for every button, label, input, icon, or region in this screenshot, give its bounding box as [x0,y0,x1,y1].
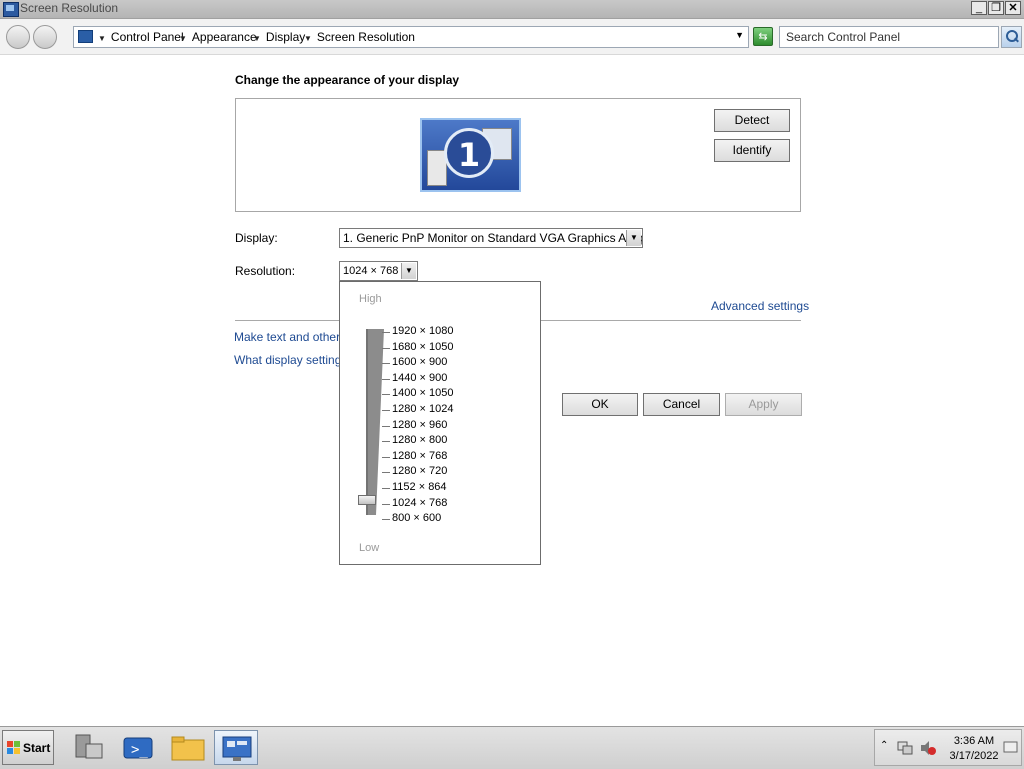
chevron-down-icon[interactable]: ▼ [626,230,641,246]
advanced-settings-link[interactable]: Advanced settings [711,299,809,313]
resolution-option[interactable]: 1400 × 1050 [392,387,453,399]
slider-tick [382,472,390,473]
svg-text:>_: >_ [131,742,148,758]
windows-logo-icon [7,741,21,755]
resolution-select-value: 1024 × 768 [343,265,399,277]
resolution-option[interactable]: 1680 × 1050 [392,341,453,353]
display-preview-panel: 1 Detect Identify [235,98,801,212]
address-bar[interactable]: ▼ Control Panel ▼ Appearance ▼ Display ▼ Scr… [73,26,749,48]
slider-tick [382,348,390,349]
refresh-button[interactable]: ⇆ [753,27,773,46]
resolution-option[interactable]: 800 × 600 [392,512,441,524]
slider-tick [382,410,390,411]
powershell-icon: >_ [123,737,153,759]
resolution-option[interactable]: 1920 × 1080 [392,325,453,337]
close-button[interactable]: ✕ [1005,1,1021,15]
slider-tick [382,519,390,520]
resolution-dropdown: High 1920 × 1080 1680 × 1050 1600 × 900 144… [339,281,541,565]
breadcrumb-screen-resolution[interactable]: ▼ Screen Resolution [304,30,415,44]
resolution-label: Resolution: [235,264,296,278]
title-bar: Screen Resolution _ ❐ ✕ [0,0,1024,19]
identify-button[interactable]: Identify [714,139,790,162]
breadcrumb-appearance[interactable]: ▼ Appearance [179,30,257,44]
minimize-button[interactable]: _ [971,1,987,15]
navigation-bar: ▼ Control Panel ▼ Appearance ▼ Display ▼ Scr… [0,19,1024,55]
back-button[interactable] [6,25,30,49]
address-history-dropdown-icon[interactable]: ▼ [735,30,744,40]
resolution-option[interactable]: 1024 × 768 [392,497,447,509]
screen-resolution-app-icon [3,2,19,17]
resolution-option[interactable]: 1152 × 864 [392,481,447,493]
breadcrumb-arrow-icon: ▼ [98,34,106,43]
resolution-option[interactable]: 1280 × 768 [392,450,447,462]
control-panel-taskbar-button[interactable] [214,730,258,765]
breadcrumb-display[interactable]: ▼ Display [253,30,305,44]
slider-tick [382,332,390,333]
server-manager-icon [75,734,103,759]
cancel-button[interactable]: Cancel [643,393,720,416]
search-input[interactable]: Search Control Panel [779,26,999,48]
notification-area: ⌃ 3:36 AM 3/17/2022 [874,729,1022,766]
forward-button[interactable] [33,25,57,49]
resolution-option[interactable]: 1280 × 720 [392,465,447,477]
show-desktop-icon[interactable] [1003,740,1019,754]
page-title: Change the appearance of your display [235,73,460,87]
display-settings-help-link[interactable]: What display settings [234,353,347,367]
slider-tick [382,394,390,395]
ok-button[interactable]: OK [562,393,638,416]
control-panel-icon [78,30,93,43]
monitor-number: 1 [444,128,494,178]
window-title: Screen Resolution [20,1,119,15]
breadcrumb-arrow-icon: ▼ [179,34,187,43]
folder-icon [171,736,205,761]
high-label: High [359,293,382,305]
detect-button[interactable]: Detect [714,109,790,132]
powershell-taskbar-button[interactable]: >_ [116,730,160,765]
resolution-option[interactable]: 1600 × 900 [392,356,447,368]
slider-tick [382,379,390,380]
chevron-down-icon[interactable]: ▼ [401,263,416,279]
search-icon[interactable] [1001,26,1022,48]
network-icon[interactable] [897,741,913,755]
restore-button[interactable]: ❐ [988,1,1004,15]
slider-thumb[interactable] [358,495,376,505]
start-button[interactable]: Start [2,730,54,765]
apply-button[interactable]: Apply [725,393,802,416]
low-label: Low [359,542,380,554]
resolution-option[interactable]: 1280 × 800 [392,434,447,446]
slider-tick [382,488,390,489]
slider-tick [382,504,390,505]
taskbar: Start >_ ⌃ 3:36 AM 3/17/2022 [0,726,1024,769]
start-label: Start [23,741,51,755]
display-label: Display: [235,231,278,245]
monitor-1-icon[interactable]: 1 [420,118,521,192]
resolution-select[interactable]: 1024 × 768 ▼ [339,261,418,281]
breadcrumb-arrow-icon: ▼ [304,34,312,43]
volume-muted-icon[interactable] [919,740,937,756]
clock-date: 3/17/2022 [949,750,999,762]
slider-tick [382,441,390,442]
resolution-option[interactable]: 1280 × 960 [392,419,447,431]
server-manager-taskbar-button[interactable] [66,730,110,765]
slider-tick [382,426,390,427]
breadcrumb-arrow-icon: ▼ [253,34,261,43]
text-size-link[interactable]: Make text and other i [234,330,346,344]
slider-tick [382,363,390,364]
display-select-value: 1. Generic PnP Monitor on Standard VGA G… [343,231,643,245]
clock[interactable]: 3:36 AM 3/17/2022 [949,734,999,764]
show-hidden-icons-icon[interactable]: ⌃ [880,740,888,751]
display-select[interactable]: 1. Generic PnP Monitor on Standard VGA G… [339,228,643,248]
file-explorer-taskbar-button[interactable] [166,730,210,765]
slider-tick [382,457,390,458]
breadcrumb-control-panel[interactable]: ▼ Control Panel [98,30,184,44]
resolution-option[interactable]: 1440 × 900 [392,372,447,384]
display-settings-icon [222,736,252,761]
resolution-option[interactable]: 1280 × 1024 [392,403,453,415]
clock-time: 3:36 AM [953,735,995,747]
